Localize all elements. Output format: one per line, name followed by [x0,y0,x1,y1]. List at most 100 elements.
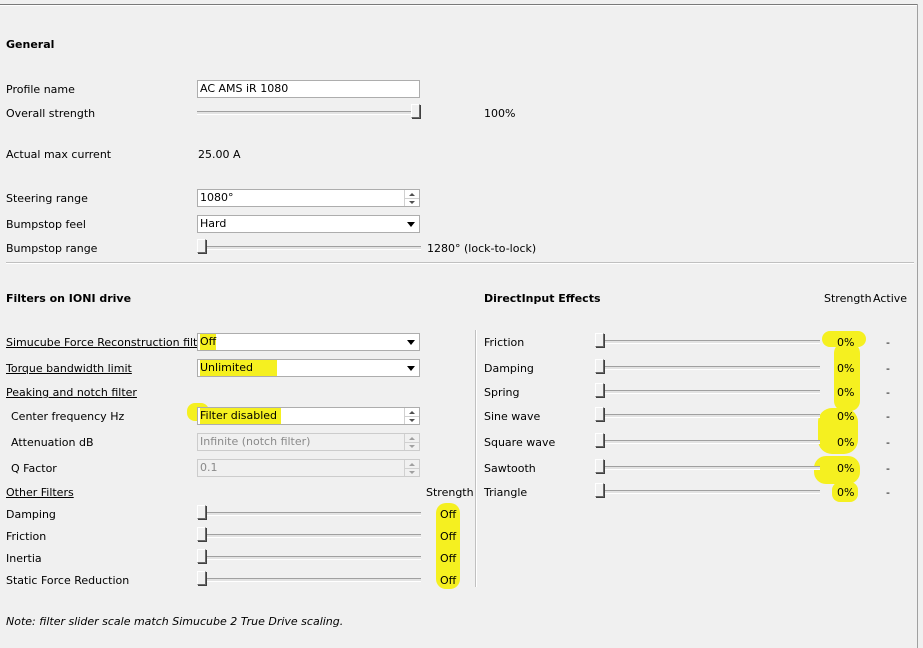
steering-range-label: Steering range [6,192,88,205]
q-factor-spinbox[interactable]: 0.1 [197,459,420,477]
filter-item-label: Damping [6,508,56,521]
slider-thumb[interactable] [411,104,420,118]
filter-item-value: Off [440,530,457,543]
chevron-down-icon[interactable] [403,334,419,350]
bumpstop-feel-select[interactable]: Hard [197,215,420,233]
chevron-down-icon[interactable] [403,360,419,376]
center-frequency-spinbox[interactable]: Filter disabled [197,407,420,425]
chevron-down-icon[interactable] [403,216,419,232]
slider-track [595,390,820,394]
torque-bandwidth-select[interactable]: Unlimited [197,359,420,377]
bumpstop-feel-label: Bumpstop feel [6,218,86,231]
effect-spring-slider[interactable] [595,383,820,399]
effect-strength: 0% [837,386,855,399]
slider-track [197,111,421,115]
filter-damping-slider[interactable] [197,505,421,521]
effect-strength: 0% [837,436,855,449]
slider-thumb[interactable] [595,333,604,347]
slider-thumb[interactable] [595,407,604,421]
bumpstop-range-label: Bumpstop range [6,242,98,255]
directinput-active-header: Active [873,292,908,305]
slider-track [197,534,421,538]
filter-static-force-slider[interactable] [197,571,421,587]
peaking-notch-link[interactable]: Peaking and notch filter [6,386,137,399]
effect-sawtooth-slider[interactable] [595,459,820,475]
filters-heading: Filters on IONI drive [6,292,132,305]
other-filters-link[interactable]: Other Filters [6,486,74,499]
highlight-marker [834,343,860,411]
slider-track [197,512,421,516]
steering-range-spinbox[interactable]: 1080° [197,189,420,207]
effect-sine-slider[interactable] [595,407,820,423]
spin-buttons[interactable] [404,190,419,206]
directinput-heading: DirectInput Effects [484,292,601,305]
slider-thumb[interactable] [197,505,206,519]
effect-strength: 0% [837,362,855,375]
slider-thumb[interactable] [197,239,206,253]
spin-down-icon[interactable] [405,468,419,476]
overall-strength-label: Overall strength [6,107,96,120]
effect-strength: 0% [837,336,855,349]
window-top-border-highlight [0,5,918,6]
effect-strength: 0% [837,462,855,475]
effect-strength: 0% [837,410,855,423]
effect-label: Friction [484,336,525,349]
reconstruction-filter-select[interactable]: Off [197,333,420,351]
spin-buttons[interactable] [404,460,419,476]
spin-down-icon[interactable] [405,198,419,206]
effect-strength: 0% [837,486,855,499]
section-separator [6,262,914,264]
effect-label: Damping [484,362,534,375]
filter-item-label: Static Force Reduction [6,574,130,587]
slider-thumb[interactable] [595,383,604,397]
slider-thumb[interactable] [197,571,206,585]
filters-strength-header: Strength [426,486,474,499]
slider-track [197,578,421,582]
filter-item-label: Friction [6,530,47,543]
column-separator [475,330,477,587]
attenuation-label: Attenuation dB [11,436,94,449]
bumpstop-range-value: 1280° (lock-to-lock) [427,242,537,255]
slider-thumb[interactable] [595,483,604,497]
slider-track [595,466,820,470]
filter-item-label: Inertia [6,552,42,565]
slider-thumb[interactable] [197,549,206,563]
effect-damping-slider[interactable] [595,359,820,375]
profile-name-label: Profile name [6,83,75,96]
slider-track [595,366,820,370]
filter-inertia-slider[interactable] [197,549,421,565]
effect-active: - [886,436,890,449]
spin-down-icon[interactable] [405,416,419,424]
actual-max-current-value: 25.00 A [198,148,241,161]
bumpstop-range-slider[interactable] [197,239,421,255]
filter-friction-slider[interactable] [197,527,421,543]
slider-track [595,414,820,418]
slider-thumb[interactable] [595,359,604,373]
effect-label: Triangle [484,486,528,499]
torque-bandwidth-link[interactable]: Torque bandwidth limit [6,362,132,375]
slider-thumb[interactable] [197,527,206,541]
spin-down-icon[interactable] [405,442,419,450]
effect-active: - [886,336,890,349]
profile-name-input[interactable]: AC AMS iR 1080 [197,80,420,98]
filter-scale-note: Note: filter slider scale match Simucube… [6,615,344,628]
spin-buttons[interactable] [404,408,419,424]
effect-friction-slider[interactable] [595,333,820,349]
effect-label: Spring [484,386,520,399]
reconstruction-filter-link[interactable]: Simucube Force Reconstruction filter™ [6,336,220,349]
effect-triangle-slider[interactable] [595,483,820,499]
slider-track [595,340,820,344]
overall-strength-slider[interactable] [197,104,421,120]
center-frequency-label: Center frequency Hz [11,410,125,423]
slider-track [595,490,820,494]
effect-active: - [886,462,890,475]
attenuation-spinbox[interactable]: Infinite (notch filter) [197,433,420,451]
effect-active: - [886,410,890,423]
effect-label: Sine wave [484,410,541,423]
spin-buttons[interactable] [404,434,419,450]
effect-square-slider[interactable] [595,433,820,449]
slider-thumb[interactable] [595,459,604,473]
slider-thumb[interactable] [595,433,604,447]
filter-item-value: Off [440,552,457,565]
effect-active: - [886,486,890,499]
